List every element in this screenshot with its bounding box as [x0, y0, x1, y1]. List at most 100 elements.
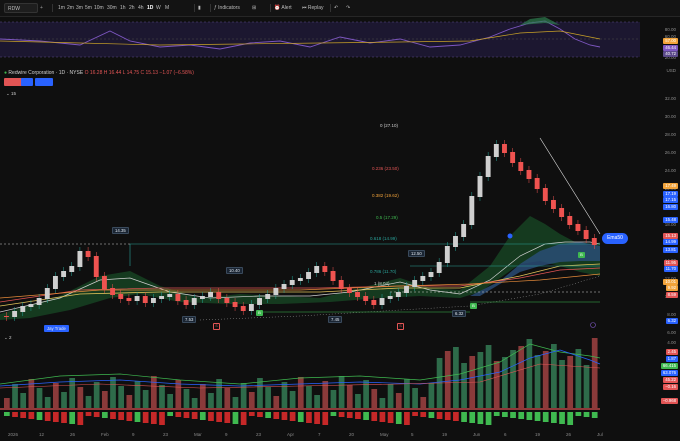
templates-icon[interactable]: ⊞ — [252, 3, 256, 13]
sell-price-box[interactable] — [4, 78, 22, 86]
replay-button[interactable]: ⏮ Replay — [302, 3, 323, 13]
volume-bar — [583, 365, 590, 408]
histogram-bar — [273, 412, 280, 419]
histogram-bar — [355, 412, 361, 419]
candle-body — [52, 276, 58, 289]
histogram-bar — [85, 412, 92, 416]
histogram-bar — [534, 412, 541, 421]
volume-bar — [542, 351, 549, 408]
volume-bar — [248, 392, 255, 408]
volume-bar — [159, 385, 165, 408]
histogram-bar — [248, 412, 255, 416]
volume-bar — [338, 376, 345, 408]
interval-W[interactable]: W — [156, 3, 161, 13]
candle-body — [224, 298, 230, 303]
histogram-bar — [306, 412, 312, 423]
price-tag: 14.99 — [663, 239, 678, 245]
price-chart-svg — [0, 137, 601, 328]
interval-10m[interactable]: 10m — [94, 3, 104, 13]
candle-body — [150, 298, 156, 303]
candle-body — [12, 311, 18, 317]
candle-body — [453, 236, 458, 247]
interval-5m[interactable]: 5m — [85, 3, 92, 13]
signal-dot — [507, 233, 513, 239]
candle-body — [69, 266, 75, 272]
add-symbol-icon[interactable]: + — [40, 3, 43, 13]
candle-body — [297, 278, 303, 281]
volume-oscillator-pane[interactable]: ⌄ 2 4.00 2.45 1.87 66.415 63.076 45.22 −0.16 −… — [0, 334, 680, 430]
lower-pane-svg — [0, 338, 601, 425]
interval-2h[interactable]: 2h — [129, 3, 135, 13]
volume-bar — [559, 360, 565, 408]
histogram-bar — [453, 412, 459, 421]
candle-body — [265, 294, 271, 299]
volume-bar — [485, 345, 492, 408]
interval-3m[interactable]: 3m — [76, 3, 83, 13]
volume-bar — [493, 361, 500, 408]
candle-body — [518, 162, 524, 171]
histogram-bar — [412, 412, 418, 416]
sell-signal-marker[interactable]: S — [213, 323, 220, 330]
buy-signal-marker[interactable]: B — [256, 310, 263, 316]
price-tag: 16.80 — [663, 204, 678, 210]
swing-high-label: 14.35 — [112, 227, 129, 234]
buy-signal-marker[interactable]: B — [578, 252, 585, 258]
volume-bar — [281, 382, 288, 408]
buy-price-box[interactable] — [35, 78, 53, 86]
histogram-bar — [387, 412, 394, 423]
histogram-bar — [330, 412, 337, 416]
volume-bar — [232, 397, 239, 408]
symbol-search[interactable]: RDW — [4, 3, 38, 13]
buy-signal-marker[interactable]: B — [470, 303, 477, 309]
sell-signal-marker[interactable]: S — [397, 323, 404, 330]
histogram-bar — [518, 412, 525, 419]
replay-label: Replay — [307, 5, 324, 11]
volume-bar — [363, 380, 369, 408]
fib-label: 0.618 (14.99) — [370, 236, 397, 241]
candle-body — [477, 176, 483, 197]
fib-label: 0.382 (19.62) — [372, 193, 399, 198]
time-axis[interactable]: 2026 12 26 Feb 9 23 Mar 9 23 Apr 7 20 May 5 19 Jun 6 19 26… — [0, 431, 680, 441]
candle-type-icon[interactable]: ▮ — [198, 3, 201, 13]
volume-bar — [69, 378, 76, 408]
indicators-button[interactable]: ƒ Indicators — [214, 3, 240, 13]
histogram-bar — [314, 412, 320, 424]
histogram-bar — [4, 412, 10, 416]
alert-button[interactable]: ⏰ Alert — [274, 3, 292, 13]
candle-body — [208, 292, 214, 297]
interval-30m[interactable]: 30m — [107, 3, 117, 13]
histogram-bar — [142, 412, 149, 423]
histogram-bar — [322, 412, 329, 425]
rsi-pane[interactable]: 80.00 60.00 20.00 57.00 46.44 40.72 — [0, 17, 680, 63]
interval-M[interactable]: M — [165, 3, 169, 13]
candle-body — [314, 266, 320, 273]
histogram-bar — [36, 412, 43, 420]
histogram-bar — [436, 412, 443, 419]
interval-2m[interactable]: 2m — [67, 3, 74, 13]
pane-count-label: 2 — [9, 335, 12, 340]
price-tag: 17.49 — [663, 183, 678, 189]
interval-4h[interactable]: 4h — [138, 3, 144, 13]
volume-bar — [44, 397, 51, 408]
undo-icon[interactable]: ↶ — [334, 3, 338, 13]
histogram-bar — [493, 412, 500, 416]
histogram-bar — [591, 412, 598, 418]
interval-1m[interactable]: 1m — [58, 3, 65, 13]
collapse-indicators[interactable]: ⌄ 15 — [4, 91, 18, 97]
toolbar-divider — [270, 4, 271, 12]
ema50-pill[interactable]: Ema50 — [602, 233, 628, 244]
indicators-label: Indicators — [218, 5, 240, 11]
histogram-bar — [134, 412, 141, 422]
interval-1h[interactable]: 1h — [120, 3, 126, 13]
redo-icon[interactable]: ↷ — [346, 3, 350, 13]
candle-body — [110, 288, 116, 295]
volume-bar — [110, 377, 116, 408]
interval-1D[interactable]: 1D — [147, 3, 153, 13]
trade-label: Jay Trade — [44, 325, 69, 332]
volume-bar — [395, 393, 402, 408]
main-price-pane[interactable]: 0 (27.10) 0.236 (23.50) 0.382 (19.62) 0.… — [0, 66, 680, 353]
candle-body — [387, 296, 393, 299]
date-label: Mar — [194, 432, 202, 437]
baseline-strip — [0, 408, 600, 410]
histogram-bar — [126, 412, 133, 421]
